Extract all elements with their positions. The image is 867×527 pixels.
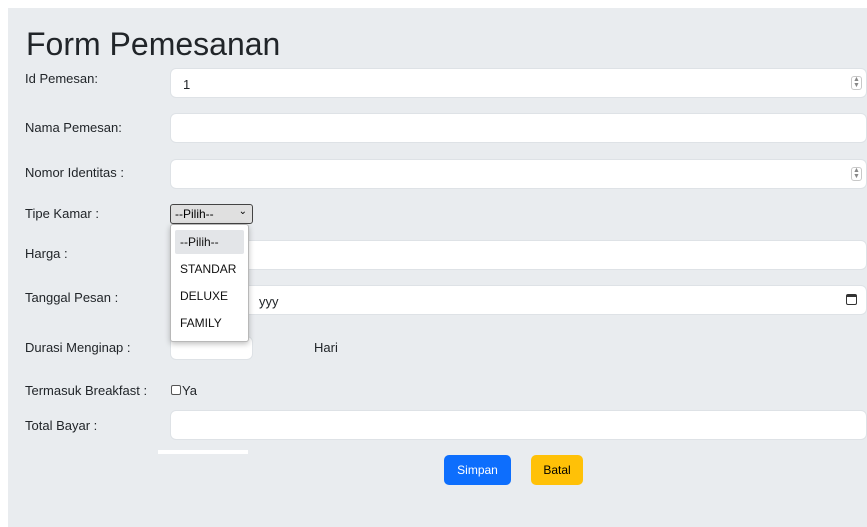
total-input[interactable] xyxy=(170,410,867,440)
duration-unit: Hari xyxy=(314,340,338,355)
name-input[interactable] xyxy=(170,113,867,143)
room-type-label: Tipe Kamar : xyxy=(25,206,99,221)
room-type-dropdown: --Pilih-- STANDAR DELUXE FAMILY xyxy=(170,224,249,342)
divider xyxy=(158,450,248,454)
cancel-button[interactable]: Batal xyxy=(531,455,583,485)
room-type-option[interactable]: DELUXE xyxy=(175,284,244,308)
room-type-selected: --Pilih-- xyxy=(175,207,214,221)
id-value: 1 xyxy=(183,77,191,92)
number-spinner-icon[interactable]: ▲ ▼ xyxy=(851,167,862,181)
id-label: Id Pemesan: xyxy=(25,71,98,86)
id-input[interactable]: 1 ▲ ▼ xyxy=(170,68,867,98)
identity-input[interactable]: ▲ ▼ xyxy=(170,159,867,189)
breakfast-option-label[interactable]: Ya xyxy=(182,383,197,398)
chevron-down-icon: ⌄ xyxy=(238,206,247,217)
price-label: Harga : xyxy=(25,246,68,261)
room-type-option[interactable]: --Pilih-- xyxy=(175,230,244,254)
total-label: Total Bayar : xyxy=(25,418,98,433)
date-input[interactable]: yyy xyxy=(170,285,867,315)
room-type-option[interactable]: FAMILY xyxy=(175,311,244,335)
name-label: Nama Pemesan: xyxy=(25,120,122,135)
breakfast-checkbox[interactable] xyxy=(171,385,181,395)
calendar-icon[interactable] xyxy=(846,294,857,305)
date-placeholder: yyy xyxy=(259,294,279,309)
breakfast-label: Termasuk Breakfast : xyxy=(25,383,148,398)
page-title: Form Pemesanan xyxy=(26,26,281,62)
room-type-select[interactable]: --Pilih-- ⌄ xyxy=(170,204,253,224)
room-type-option[interactable]: STANDAR xyxy=(175,257,244,281)
date-label: Tanggal Pesan : xyxy=(25,290,119,305)
save-button[interactable]: Simpan xyxy=(444,455,511,485)
number-spinner-icon[interactable]: ▲ ▼ xyxy=(851,76,862,90)
duration-label: Durasi Menginap : xyxy=(25,340,131,355)
form-page: Form Pemesanan Id Pemesan: 1 ▲ ▼ Nama Pem… xyxy=(8,8,867,527)
price-input[interactable] xyxy=(170,240,867,270)
identity-label: Nomor Identitas : xyxy=(25,165,124,180)
